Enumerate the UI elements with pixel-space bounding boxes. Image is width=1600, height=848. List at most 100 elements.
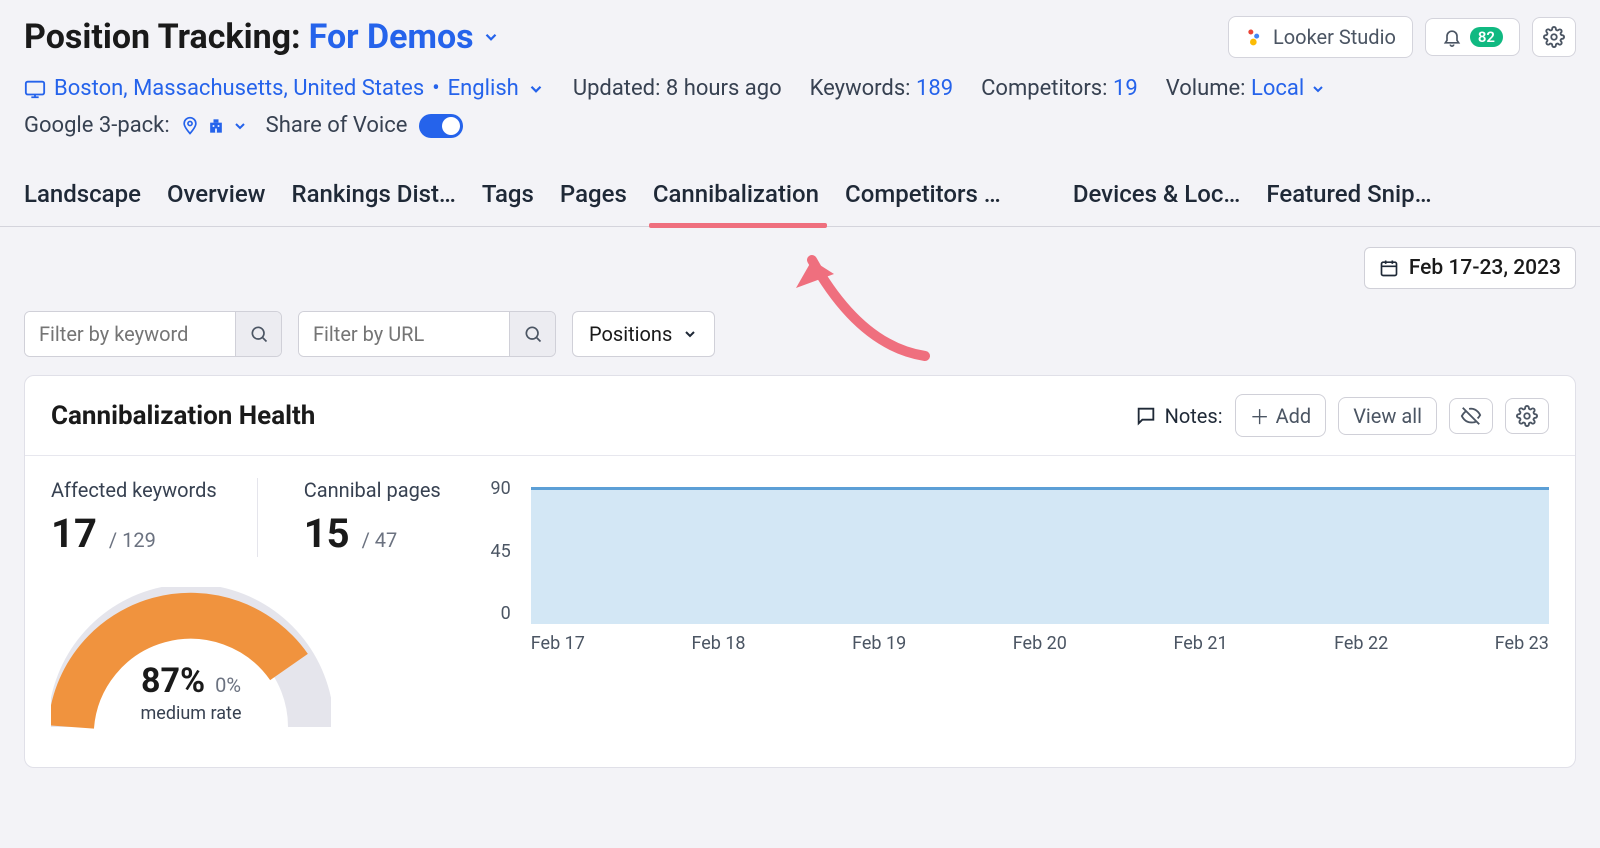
affected-keywords-block: Affected keywords 17 / 129 — [51, 478, 217, 557]
cannibal-label: Cannibal pages — [304, 478, 441, 502]
area-fill — [531, 487, 1549, 624]
search-icon — [249, 324, 269, 344]
card-title: Cannibalization Health — [51, 401, 315, 431]
y-tick: 90 — [471, 478, 511, 499]
page-title: Position Tracking: For Demos — [24, 17, 500, 57]
x-tick: Feb 17 — [531, 633, 585, 654]
affected-label: Affected keywords — [51, 478, 217, 502]
x-tick: Feb 21 — [1173, 633, 1227, 654]
filter-keyword-input[interactable] — [25, 312, 235, 356]
x-tick: Feb 22 — [1334, 633, 1388, 654]
notification-badge: 82 — [1470, 27, 1503, 47]
viewall-label: View all — [1353, 404, 1422, 428]
card-settings-button[interactable] — [1505, 398, 1549, 434]
filter-url-search-button[interactable] — [509, 312, 555, 356]
cannibalization-card: Cannibalization Health Notes: ＋ Add View… — [24, 375, 1576, 768]
sov-toggle[interactable] — [419, 114, 463, 138]
keywords-value[interactable]: 189 — [916, 76, 953, 101]
note-icon — [1135, 405, 1157, 427]
tab-rankings-dist[interactable]: Rankings Dist… — [291, 166, 455, 226]
x-tick: Feb 18 — [691, 633, 745, 654]
filter-keyword-search-button[interactable] — [235, 312, 281, 356]
volume-dropdown[interactable]: Local — [1251, 76, 1326, 101]
tab-competitors[interactable]: Competitors … — [845, 166, 1001, 226]
x-tick: Feb 20 — [1013, 633, 1067, 654]
location-dropdown[interactable]: Boston, Massachusetts, United States • E… — [24, 76, 545, 101]
project-name: For Demos — [309, 17, 474, 57]
g3p-label: Google 3-pack: — [24, 113, 170, 138]
affected-value: 17 — [51, 510, 97, 557]
updated-value: 8 hours ago — [666, 76, 782, 101]
gauge: 87% 0% medium rate — [51, 587, 331, 737]
positions-dropdown[interactable]: Positions — [572, 311, 715, 357]
updated-label: Updated: — [573, 76, 661, 101]
hotel-icon[interactable] — [206, 116, 226, 136]
looker-icon — [1245, 27, 1265, 47]
eye-off-icon — [1460, 405, 1482, 427]
tab-cannibalization[interactable]: Cannibalization — [653, 166, 819, 226]
competitors-stat: Competitors: 19 — [981, 76, 1138, 101]
title-prefix: Position Tracking: — [24, 17, 301, 57]
cannibal-total: / 47 — [362, 528, 398, 552]
date-range-button[interactable]: Feb 17-23, 2023 — [1364, 247, 1576, 289]
chevron-down-icon — [1310, 81, 1326, 97]
location-text: Boston, Massachusetts, United States — [54, 76, 424, 101]
competitors-value[interactable]: 19 — [1113, 76, 1138, 101]
competitors-label: Competitors: — [981, 76, 1107, 101]
notes-text: Notes: — [1165, 404, 1223, 428]
sov-label: Share of Voice — [266, 113, 408, 138]
gear-icon — [1516, 405, 1538, 427]
add-label: Add — [1276, 404, 1312, 428]
project-dropdown[interactable]: For Demos — [309, 17, 500, 57]
tab-pages[interactable]: Pages — [560, 166, 627, 226]
tab-devices-loc[interactable]: Devices & Loc… — [1073, 166, 1241, 226]
x-tick: Feb 23 — [1495, 633, 1549, 654]
divider — [257, 478, 258, 557]
x-tick: Feb 19 — [852, 633, 906, 654]
gauge-delta: 0% — [215, 673, 241, 697]
chevron-down-icon — [527, 80, 545, 98]
notifications-button[interactable]: 82 — [1425, 18, 1520, 56]
bell-icon — [1442, 27, 1462, 47]
tab-landscape[interactable]: Landscape — [24, 166, 141, 226]
keywords-stat: Keywords: 189 — [810, 76, 953, 101]
add-note-button[interactable]: ＋ Add — [1235, 394, 1327, 437]
view-all-button[interactable]: View all — [1338, 397, 1437, 435]
filter-url-input[interactable] — [299, 312, 509, 356]
looker-studio-button[interactable]: Looker Studio — [1228, 16, 1413, 58]
chevron-down-icon — [482, 28, 500, 46]
volume-value: Local — [1251, 76, 1304, 101]
notes-label: Notes: — [1135, 404, 1223, 428]
tab-overview[interactable]: Overview — [167, 166, 266, 226]
pin-icon[interactable] — [180, 116, 200, 136]
volume-label: Volume: — [1166, 76, 1246, 101]
chevron-down-icon[interactable] — [232, 118, 248, 134]
settings-button[interactable] — [1532, 17, 1576, 57]
positions-label: Positions — [589, 322, 672, 346]
tab-featured-snip[interactable]: Featured Snip… — [1266, 166, 1431, 226]
tab-tags[interactable]: Tags — [482, 166, 534, 226]
share-of-voice: Share of Voice — [266, 113, 464, 138]
cannibal-pages-block: Cannibal pages 15 / 47 — [304, 478, 441, 557]
volume-stat: Volume: Local — [1166, 76, 1327, 101]
hide-button[interactable] — [1449, 398, 1493, 434]
filter-url — [298, 311, 556, 357]
health-chart: 90 45 0 Feb 17 Feb 18 Feb 19 Feb 20 Feb … — [451, 478, 1549, 737]
date-range-label: Feb 17-23, 2023 — [1409, 256, 1561, 280]
tabs: Landscape Overview Rankings Dist… Tags P… — [0, 166, 1600, 227]
separator-dot: • — [432, 76, 439, 101]
monitor-icon — [24, 78, 46, 100]
y-tick: 0 — [471, 603, 511, 624]
language-text: English — [448, 76, 519, 101]
search-icon — [523, 324, 543, 344]
y-tick: 45 — [471, 541, 511, 562]
plus-icon: ＋ — [1250, 401, 1270, 430]
gauge-sub: medium rate — [51, 703, 331, 724]
calendar-icon — [1379, 258, 1399, 278]
cannibal-value: 15 — [304, 510, 350, 557]
looker-label: Looker Studio — [1273, 25, 1396, 49]
gauge-percent: 87% — [141, 661, 205, 701]
updated-stat: Updated: 8 hours ago — [573, 76, 782, 101]
affected-total: / 129 — [109, 528, 156, 552]
filter-keyword — [24, 311, 282, 357]
